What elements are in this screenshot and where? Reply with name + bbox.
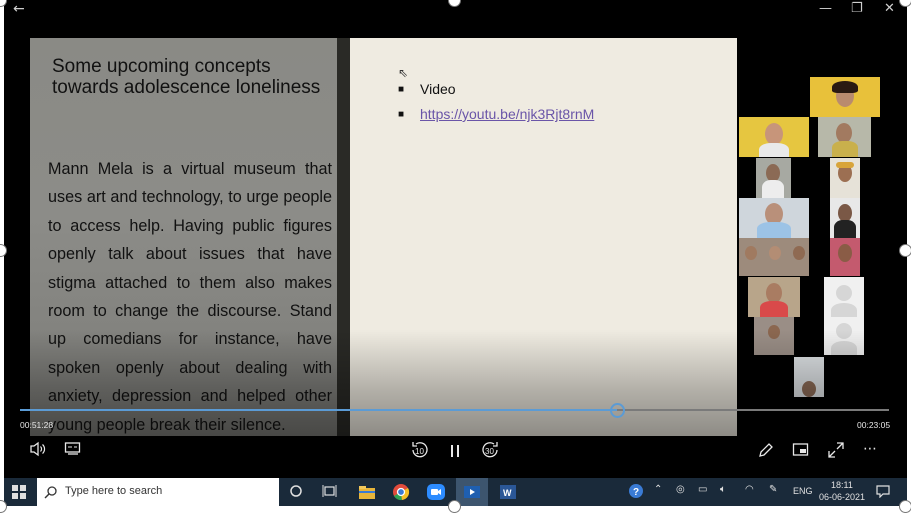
bullet-video-label: Video	[420, 81, 456, 97]
chevron-up-icon[interactable]: ⌃	[654, 484, 662, 495]
help-icon[interactable]: ?	[628, 483, 644, 499]
svg-text:W: W	[503, 488, 512, 498]
participant-tile[interactable]	[830, 238, 860, 276]
task-view-icon[interactable]	[322, 484, 338, 498]
skip-forward-label: 30	[485, 447, 494, 456]
participant-tile[interactable]	[739, 198, 809, 238]
seek-bar-progress	[20, 409, 617, 411]
close-button[interactable]: ✕	[884, 1, 895, 16]
word-icon[interactable]: W	[498, 482, 518, 502]
bullet-square-icon: ■	[398, 84, 405, 95]
resize-handle[interactable]	[448, 500, 461, 513]
back-button[interactable]: ←	[13, 1, 25, 17]
file-explorer-icon[interactable]	[357, 482, 377, 502]
more-icon[interactable]: ⋯	[863, 441, 878, 457]
participant-tile[interactable]	[818, 117, 871, 157]
notifications-icon[interactable]	[876, 484, 890, 499]
chrome-icon[interactable]	[391, 482, 411, 502]
participant-tile[interactable]	[830, 158, 860, 198]
captions-icon[interactable]	[64, 441, 82, 457]
participant-tile[interactable]	[810, 77, 880, 117]
search-icon	[44, 485, 58, 499]
volume-icon[interactable]	[29, 440, 47, 458]
minimize-button[interactable]: —	[819, 1, 832, 16]
fullscreen-icon[interactable]	[827, 441, 845, 459]
zoom-icon[interactable]	[426, 482, 446, 502]
pause-icon[interactable]	[449, 443, 461, 457]
bullet-square-icon: ■	[398, 109, 405, 120]
participant-tile[interactable]	[748, 277, 800, 317]
video-link[interactable]: https://youtu.be/njk3Rjt8rnM	[420, 106, 594, 122]
participant-tile[interactable]	[824, 277, 864, 317]
miniplayer-icon[interactable]	[792, 442, 810, 458]
pen-icon[interactable]	[757, 441, 775, 459]
clock-time[interactable]: 18:11	[831, 480, 853, 490]
remaining-time: 00:23:05	[857, 420, 891, 430]
restore-button[interactable]: ❐	[851, 1, 863, 16]
mouse-pointer-icon: ⇖	[398, 66, 409, 80]
skip-back-label: 10	[415, 447, 424, 456]
resize-handle[interactable]	[899, 500, 911, 513]
video-player-app-icon[interactable]	[462, 482, 482, 502]
slide-title: Some upcoming concepts towards adolescen…	[52, 56, 321, 98]
volume-tray-icon[interactable]: 🔈︎	[720, 484, 726, 495]
participant-tile[interactable]	[756, 158, 791, 198]
participant-tile[interactable]	[830, 198, 860, 238]
cortana-icon[interactable]	[289, 484, 303, 498]
battery-icon[interactable]: ▭	[698, 484, 707, 495]
meet-now-icon[interactable]: ◎	[676, 484, 685, 495]
windows-start-icon[interactable]	[12, 485, 26, 499]
svg-text:?: ?	[633, 487, 639, 498]
resize-handle[interactable]	[899, 244, 911, 257]
search-placeholder: Type here to search	[65, 485, 163, 497]
seek-thumb[interactable]	[609, 403, 625, 418]
elapsed-time: 00:51:28	[20, 420, 54, 430]
clock-date[interactable]: 06-06-2021	[819, 492, 865, 502]
pen-tray-icon[interactable]: ✎	[769, 484, 777, 495]
participant-tile[interactable]	[739, 238, 809, 276]
wifi-icon[interactable]: ◠	[745, 484, 754, 495]
language-indicator[interactable]: ENG	[793, 486, 813, 496]
participant-tile[interactable]	[739, 117, 809, 157]
